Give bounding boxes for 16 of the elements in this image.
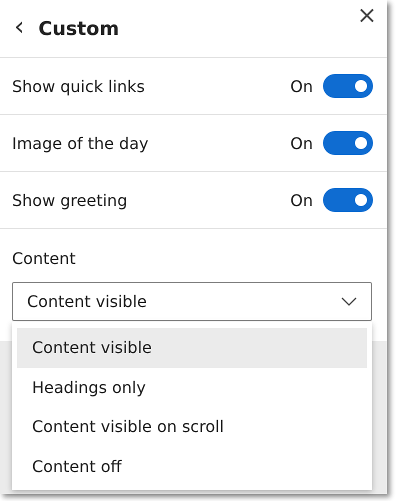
dropdown-option[interactable]: Content visible [17,328,367,368]
panel-title: Custom [38,18,120,40]
chevron-down-icon [341,297,357,306]
close-button[interactable]: × [350,2,383,28]
toggle-switch[interactable] [323,74,373,98]
setting-label: Show quick links [12,76,146,96]
toggle-state-text: On [290,190,313,210]
setting-label: Image of the day [12,134,150,152]
toggle-state-text: On [290,76,313,96]
toggle-switch[interactable] [323,188,373,212]
setting-label: Show greeting [12,190,128,210]
toggle-switch[interactable] [323,131,373,155]
content-label: Content [11,248,77,270]
content-dropdown[interactable]: Content visible [12,282,372,321]
back-button[interactable]: ‹ [8,14,30,40]
toggle-state-text: On [290,134,313,152]
